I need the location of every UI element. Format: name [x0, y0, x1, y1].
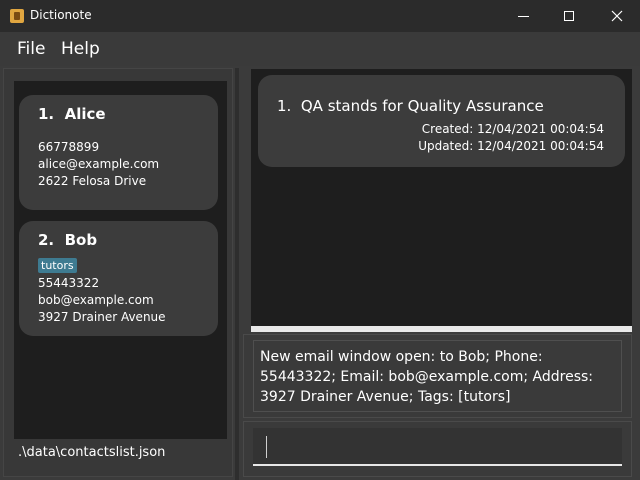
note-title: 1. QA stands for Quality Assurance [277, 97, 544, 115]
contact-name-text: Bob [64, 231, 98, 249]
menu-bar: File Help [0, 32, 640, 66]
contact-tag: tutors [38, 258, 77, 273]
minimize-button[interactable] [500, 0, 546, 32]
contact-name-text: Alice [64, 105, 106, 123]
contact-index: 1. [38, 105, 55, 123]
menu-help[interactable]: Help [61, 39, 100, 59]
app-icon [10, 9, 24, 23]
text-cursor [266, 436, 267, 458]
close-button[interactable] [594, 0, 640, 32]
contact-name: 2. Bob [38, 231, 97, 249]
title-bar: Dictionote [0, 0, 640, 32]
contact-phone: 55443322 [38, 276, 100, 290]
contact-list[interactable]: 1. Alice 66778899 alice@example.com 2622… [14, 81, 227, 439]
note-card[interactable]: 1. QA stands for Quality Assurance Creat… [258, 75, 625, 167]
contact-email: bob@example.com [38, 293, 154, 307]
note-created: Created: 12/04/2021 00:04:54 [421, 122, 604, 136]
minimize-icon [517, 15, 529, 17]
result-display[interactable]: New email window open: to Bob; Phone: 55… [253, 340, 622, 412]
window-title: Dictionote [30, 8, 92, 22]
contact-phone: 66778899 [38, 140, 100, 154]
command-input[interactable] [253, 428, 622, 466]
note-updated: Updated: 12/04/2021 00:04:54 [418, 139, 604, 153]
note-list[interactable]: 1. QA stands for Quality Assurance Creat… [251, 69, 632, 326]
maximize-icon [564, 11, 574, 21]
contact-card[interactable]: 2. Bob tutors 55443322 bob@example.com 3… [19, 221, 218, 336]
contact-address: 2622 Felosa Drive [38, 174, 147, 188]
contact-email: alice@example.com [38, 157, 160, 171]
status-file-path: .\data\contactslist.json [18, 445, 166, 460]
contact-panel: 1. Alice 66778899 alice@example.com 2622… [3, 68, 233, 477]
note-content-strip [251, 326, 632, 332]
contact-address: 3927 Drainer Avenue [38, 310, 166, 324]
menu-file[interactable]: File [17, 39, 45, 59]
maximize-button[interactable] [546, 0, 592, 32]
contact-index: 2. [38, 231, 55, 249]
split-divider[interactable] [235, 68, 239, 480]
note-index: 1. [277, 97, 292, 115]
close-icon [611, 10, 623, 22]
contact-name: 1. Alice [38, 105, 106, 123]
note-title-text: QA stands for Quality Assurance [300, 97, 544, 115]
contact-card[interactable]: 1. Alice 66778899 alice@example.com 2622… [19, 95, 218, 210]
